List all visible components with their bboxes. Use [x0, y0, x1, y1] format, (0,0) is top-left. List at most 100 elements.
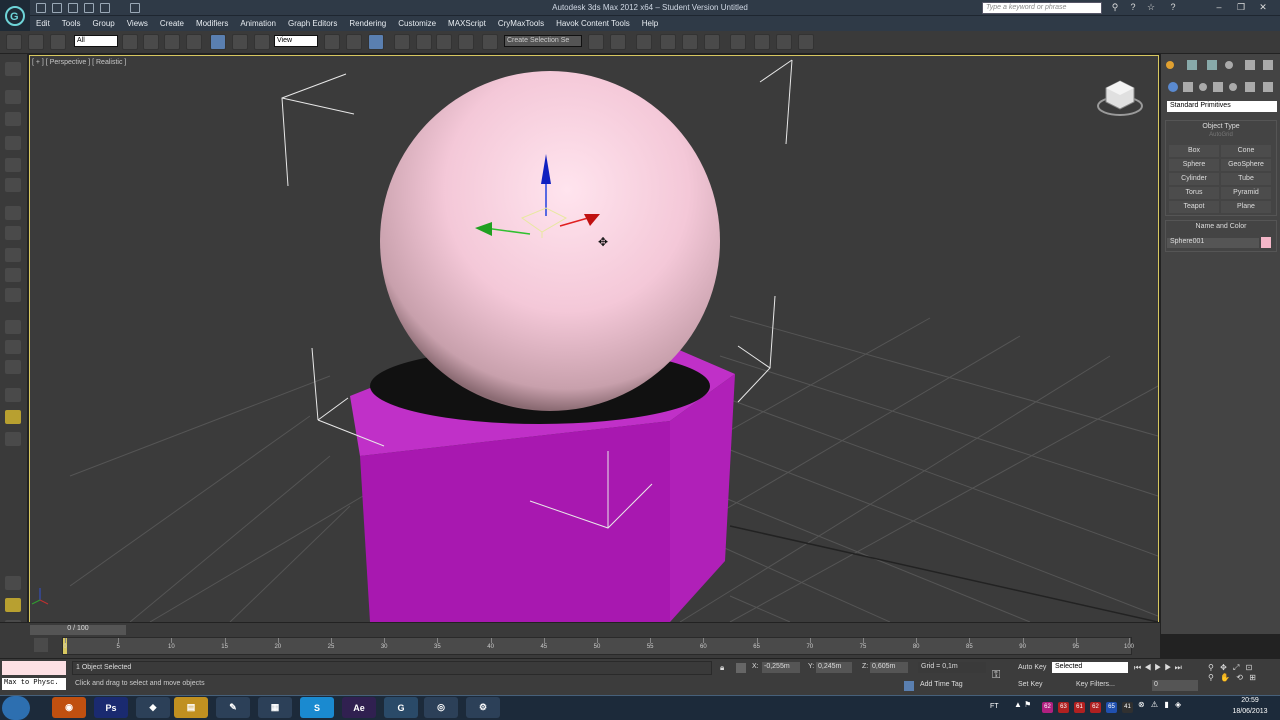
set-key-icon[interactable]: ⚿ — [992, 669, 1012, 683]
left-tool-4-icon[interactable] — [5, 136, 21, 150]
left-tool-9-icon[interactable] — [5, 248, 21, 262]
control-panel-icon[interactable]: ▦ — [258, 697, 292, 718]
left-tool-5-icon[interactable] — [5, 158, 21, 172]
left-tool-14-icon[interactable] — [5, 360, 21, 374]
left-tool-11-icon[interactable] — [5, 288, 21, 302]
render-production-icon[interactable] — [798, 34, 814, 50]
sphere-object[interactable] — [380, 71, 720, 411]
select-by-name-icon[interactable] — [143, 34, 159, 50]
plane-button[interactable]: Plane — [1221, 201, 1271, 213]
graphite-ribbon-icon[interactable] — [660, 34, 676, 50]
named-selection-dropdown[interactable]: Create Selection Se — [504, 35, 582, 47]
undo-icon[interactable] — [84, 3, 94, 13]
spinner-snap-icon[interactable] — [458, 34, 474, 50]
object-name-field[interactable]: Sphere001 — [1167, 238, 1259, 248]
object-color-swatch[interactable] — [1261, 237, 1271, 248]
add-time-tag[interactable]: Add Time Tag — [920, 681, 963, 688]
viewcube-icon[interactable] — [1097, 80, 1143, 116]
torus-button[interactable]: Torus — [1169, 187, 1219, 199]
reference-coordinate-dropdown[interactable]: View — [274, 35, 318, 47]
menu-item-havok-content-tools[interactable]: Havok Content Tools — [556, 19, 630, 28]
window-crossing-icon[interactable] — [186, 34, 202, 50]
left-tool-17-icon[interactable] — [5, 432, 21, 446]
left-tool-8-icon[interactable] — [5, 226, 21, 240]
left-tool-13-icon[interactable] — [5, 340, 21, 354]
selection-filter-dropdown[interactable]: All — [74, 35, 118, 47]
absolute-mode-icon[interactable] — [736, 663, 746, 673]
mini-curve-editor-icon[interactable] — [34, 638, 48, 652]
edit-named-selection-icon[interactable] — [482, 34, 498, 50]
left-tool-7-icon[interactable] — [5, 206, 21, 220]
tray-status-icons[interactable]: ⊗ ⚠ ▮ ◈ — [1138, 700, 1196, 714]
time-tag-icon[interactable] — [904, 681, 914, 691]
menu-item-edit[interactable]: Edit — [36, 19, 50, 28]
star-icon[interactable]: ☆ — [1140, 1, 1162, 14]
notepad-icon[interactable]: ✎ — [216, 697, 250, 718]
menu-item-crymaxtools[interactable]: CryMaxTools — [498, 19, 544, 28]
viewport-navigation-controls[interactable]: ⚲ ✥ ⤢ ⊡ ⚲ ✋ ⟲ ⊞ — [1208, 663, 1278, 689]
select-link-icon[interactable] — [6, 34, 22, 50]
skype-icon[interactable]: S — [300, 697, 334, 718]
after-effects-icon[interactable]: Ae — [342, 697, 376, 718]
left-tool-16-icon[interactable] — [5, 410, 21, 424]
new-file-icon[interactable] — [36, 3, 46, 13]
menu-item-customize[interactable]: Customize — [398, 19, 436, 28]
y-coordinate-field[interactable]: 0,245m — [816, 662, 852, 673]
render-setup-icon[interactable] — [754, 34, 770, 50]
project-folder-icon[interactable] — [130, 3, 140, 13]
name-and-color-header[interactable]: Name and Color — [1166, 223, 1276, 230]
z-coordinate-field[interactable]: 0,605m — [870, 662, 908, 673]
key-mode-dropdown[interactable]: Selected — [1052, 662, 1128, 673]
unlink-icon[interactable] — [28, 34, 44, 50]
cone-button[interactable]: Cone — [1221, 145, 1271, 157]
redo-icon[interactable] — [100, 3, 110, 13]
pivot-center-icon[interactable] — [324, 34, 340, 50]
angle-snap-icon[interactable] — [416, 34, 432, 50]
curve-editor-icon[interactable] — [682, 34, 698, 50]
viewport-label[interactable]: [ + ] [ Perspective ] [ Realistic ] — [32, 59, 126, 66]
left-tool-10-icon[interactable] — [5, 268, 21, 282]
select-object-icon[interactable] — [122, 34, 138, 50]
left-tool-18-icon[interactable] — [5, 576, 21, 590]
sphere-button[interactable]: Sphere — [1169, 159, 1219, 171]
select-scale-icon[interactable] — [254, 34, 270, 50]
snaps-toggle-icon[interactable] — [394, 34, 410, 50]
select-move-icon[interactable] — [210, 34, 226, 50]
material-editor-icon[interactable] — [730, 34, 746, 50]
primitive-category-dropdown[interactable]: Standard Primitives — [1167, 101, 1277, 112]
menu-item-rendering[interactable]: Rendering — [349, 19, 386, 28]
chrome-icon[interactable]: ◎ — [424, 697, 458, 718]
maximize-button[interactable]: ❐ — [1230, 1, 1252, 14]
select-manipulate-icon[interactable] — [346, 34, 362, 50]
info-icon[interactable]: ? — [1162, 1, 1184, 14]
autogrid-checkbox[interactable]: AutoGrid — [1166, 132, 1276, 138]
select-rotate-icon[interactable] — [232, 34, 248, 50]
pyramid-button[interactable]: Pyramid — [1221, 187, 1271, 199]
x-coordinate-field[interactable]: -0,255m — [762, 662, 800, 673]
menu-item-modifiers[interactable]: Modifiers — [196, 19, 228, 28]
rendered-frame-window-icon[interactable] — [776, 34, 792, 50]
bind-space-warp-icon[interactable] — [50, 34, 66, 50]
photoshop-icon[interactable]: Ps — [94, 697, 128, 718]
schematic-view-icon[interactable] — [704, 34, 720, 50]
left-tool-12-icon[interactable] — [5, 320, 21, 334]
left-tool-1-icon[interactable] — [5, 62, 21, 76]
menu-item-help[interactable]: Help — [642, 19, 658, 28]
minimize-button[interactable]: – — [1208, 1, 1230, 14]
clock-time[interactable]: 20:59 — [1222, 697, 1278, 704]
tube-button[interactable]: Tube — [1221, 173, 1271, 185]
time-slider[interactable]: 0 / 100 — [30, 625, 126, 635]
application-logo-icon[interactable]: G — [0, 0, 30, 32]
menu-item-tools[interactable]: Tools — [62, 19, 81, 28]
rectangular-selection-icon[interactable] — [164, 34, 180, 50]
track-bar[interactable]: 0 5 10 15 20 25 30 35 40 45 50 55 60 65 70 75 80 85 90 95 10… — [62, 637, 1134, 655]
save-file-icon[interactable] — [68, 3, 78, 13]
clock-date[interactable]: 18/06/2013 — [1222, 708, 1278, 715]
playback-controls[interactable]: ⏮◀▶▶⏭ — [1134, 663, 1204, 673]
cylinder-button[interactable]: Cylinder — [1169, 173, 1219, 185]
maxscript-listener-pink[interactable] — [2, 661, 66, 675]
keyboard-shortcut-override-icon[interactable] — [368, 34, 384, 50]
app-tool-icon[interactable]: ⚙ — [466, 697, 500, 718]
3dsmax-taskbar-icon[interactable]: G — [384, 697, 418, 718]
explorer-icon[interactable]: ▤ — [174, 697, 208, 718]
